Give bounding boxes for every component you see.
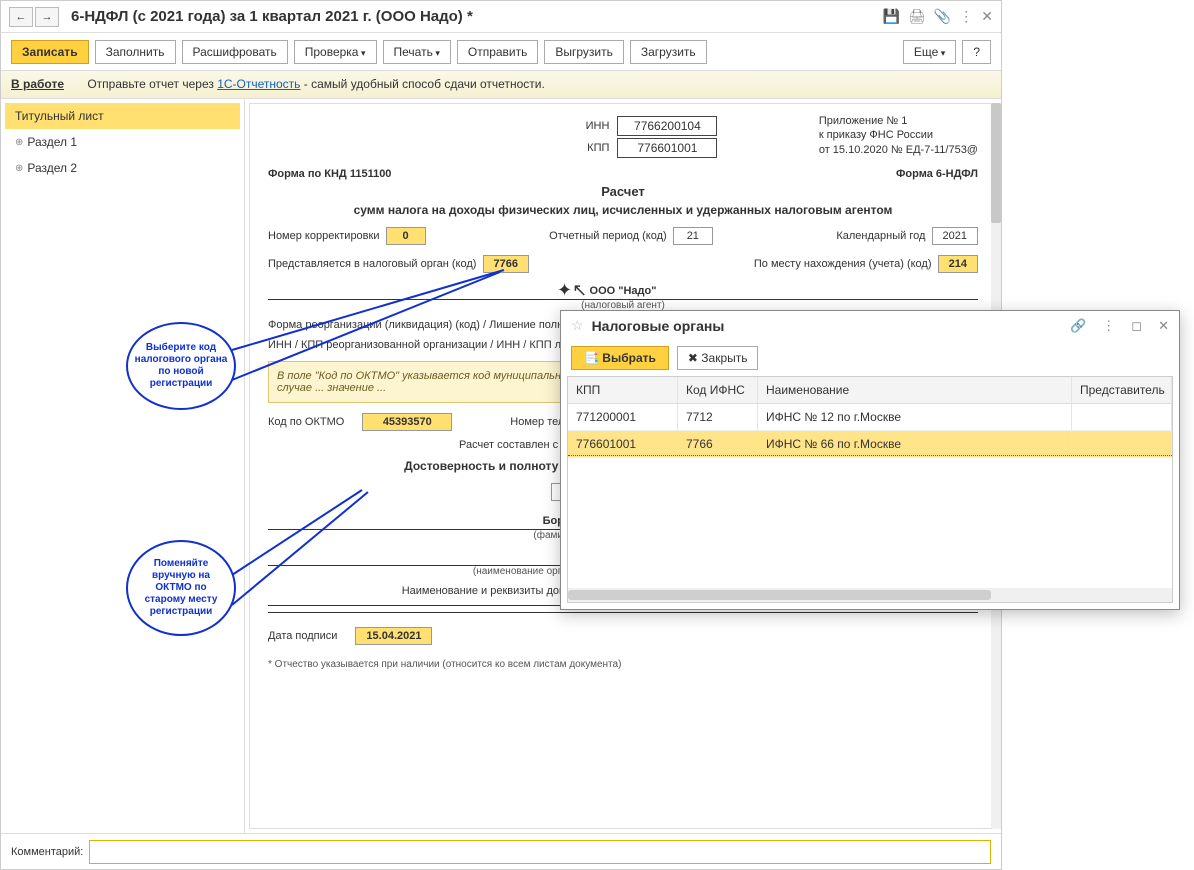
send-button[interactable]: Отправить bbox=[457, 40, 539, 64]
tab-section-2[interactable]: ⊕Раздел 2 bbox=[5, 155, 240, 181]
ifns-code-field[interactable]: 7766 bbox=[483, 255, 529, 273]
nav-back-button[interactable]: ← bbox=[9, 7, 33, 27]
table-row[interactable]: 776601001 7766 ИФНС № 66 по г.Москве bbox=[568, 431, 1172, 458]
col-code[interactable]: Код ИФНС bbox=[678, 377, 758, 403]
nav-fwd-button[interactable]: → bbox=[35, 7, 59, 27]
period-field[interactable]: 21 bbox=[673, 227, 713, 245]
org-name[interactable]: ООО "Надо" bbox=[268, 283, 978, 300]
popup-close-icon[interactable]: ✕ bbox=[1158, 318, 1169, 334]
link-icon[interactable]: 🔗 bbox=[1070, 318, 1086, 334]
favorite-icon[interactable]: ☆ bbox=[571, 317, 584, 334]
export-button[interactable]: Выгрузить bbox=[544, 40, 624, 64]
report-link[interactable]: 1С-Отчетность bbox=[217, 77, 300, 91]
maximize-icon[interactable]: ◻ bbox=[1131, 318, 1142, 334]
table-row[interactable]: 771200001 7712 ИФНС № 12 по г.Москве bbox=[568, 404, 1172, 431]
tab-title-sheet[interactable]: Титульный лист bbox=[5, 103, 240, 129]
import-button[interactable]: Загрузить bbox=[630, 40, 707, 64]
print-icon[interactable]: 🖨 bbox=[908, 8, 926, 25]
callout-oktmo: Поменяйте вручную на ОКТМО по старому ме… bbox=[126, 540, 236, 636]
more-button[interactable]: Еще bbox=[903, 40, 956, 64]
col-kpp[interactable]: КПП bbox=[568, 377, 678, 403]
popup-menu-icon[interactable]: ⋮ bbox=[1102, 318, 1115, 334]
kpp-field[interactable]: 776601001 bbox=[617, 138, 717, 158]
decode-button[interactable]: Расшифровать bbox=[182, 40, 288, 64]
save-button[interactable]: Записать bbox=[11, 40, 89, 64]
col-rep[interactable]: Представитель bbox=[1072, 377, 1172, 403]
section-tabs: Титульный лист ⊕Раздел 1 ⊕Раздел 2 bbox=[1, 99, 245, 833]
close-button[interactable]: ✖ Закрыть bbox=[677, 346, 759, 370]
save-icon[interactable]: 💾 bbox=[883, 8, 900, 25]
inn-field[interactable]: 7766200104 bbox=[617, 116, 717, 136]
help-button[interactable]: ? bbox=[962, 40, 991, 64]
comment-label: Комментарий: bbox=[11, 846, 83, 858]
correction-field[interactable]: 0 bbox=[386, 227, 426, 245]
cursor-icon: ✦↖ bbox=[557, 280, 587, 301]
menu-icon[interactable]: ⋮ bbox=[959, 8, 973, 25]
place-code-field[interactable]: 214 bbox=[938, 255, 978, 273]
status-banner: В работе Отправьте отчет через 1С-Отчетн… bbox=[1, 71, 1001, 99]
grid-scrollbar[interactable] bbox=[568, 588, 1172, 602]
close-icon[interactable]: ✕ bbox=[981, 8, 993, 25]
order-meta: Приложение № 1 к приказу ФНС России от 1… bbox=[819, 114, 978, 157]
window-title: 6-НДФЛ (с 2021 года) за 1 квартал 2021 г… bbox=[71, 8, 883, 25]
select-button[interactable]: 📑 Выбрать bbox=[571, 346, 669, 370]
oktmo-field[interactable]: 45393570 bbox=[362, 413, 452, 431]
attach-icon[interactable]: 📎 bbox=[934, 8, 951, 25]
comment-input[interactable] bbox=[89, 840, 991, 864]
tab-section-1[interactable]: ⊕Раздел 1 bbox=[5, 129, 240, 155]
fill-button[interactable]: Заполнить bbox=[95, 40, 176, 64]
callout-ifns: Выберите код налогового органа по новой … bbox=[126, 322, 236, 410]
print-button[interactable]: Печать bbox=[383, 40, 451, 64]
check-button[interactable]: Проверка bbox=[294, 40, 377, 64]
tax-authority-picker: ☆ Налоговые органы 🔗 ⋮ ◻ ✕ 📑 Выбрать ✖ З… bbox=[560, 310, 1180, 610]
year-field[interactable]: 2021 bbox=[932, 227, 978, 245]
status-text: В работе bbox=[11, 77, 64, 91]
col-name[interactable]: Наименование bbox=[758, 377, 1072, 403]
sign-date-field[interactable]: 15.04.2021 bbox=[355, 627, 432, 645]
